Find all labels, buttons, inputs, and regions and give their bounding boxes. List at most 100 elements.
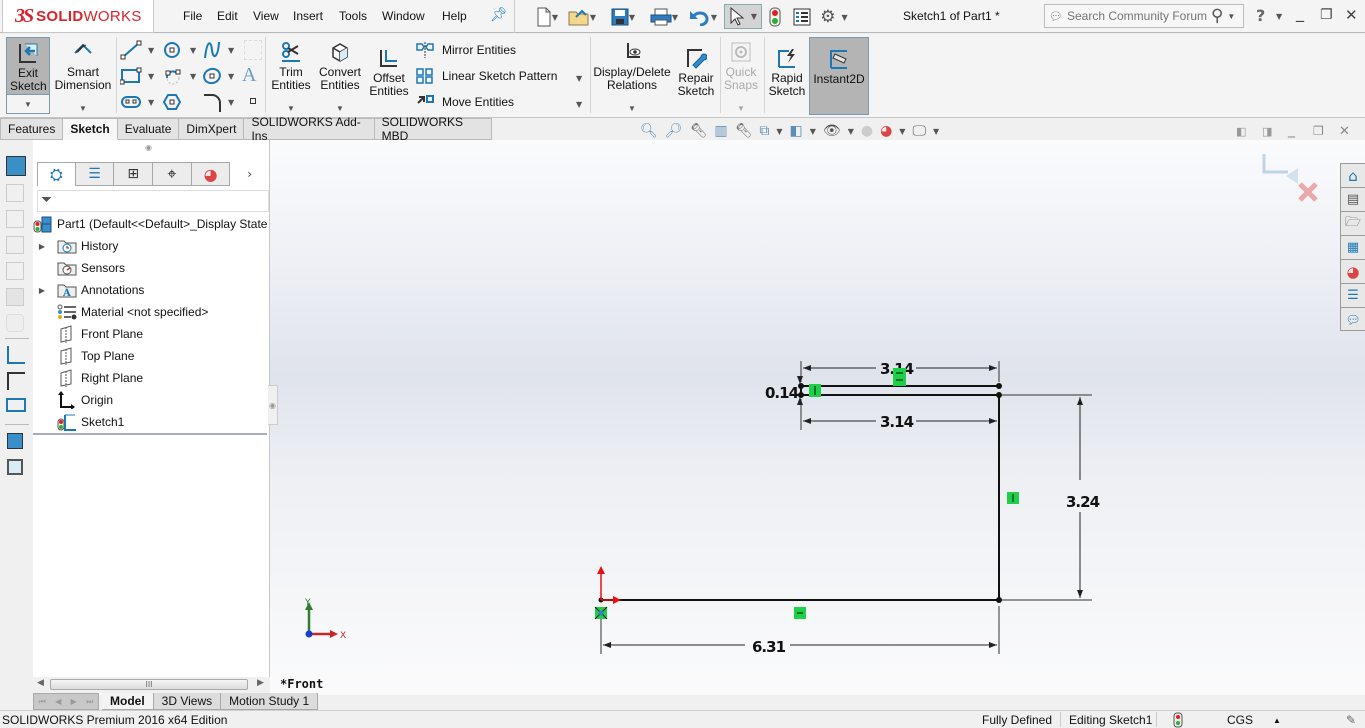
- menu-file[interactable]: File: [183, 9, 202, 23]
- edit-appearance-icon[interactable]: ●: [861, 123, 873, 139]
- help-button[interactable]: ?: [1256, 6, 1265, 25]
- mirror-entities-button[interactable]: Mirror Entities: [416, 42, 516, 58]
- repair-sketch-icon[interactable]: [7, 372, 25, 390]
- solidworks-logo[interactable]: 3S SOLIDWORKS: [2, 0, 154, 33]
- tab-display-manager[interactable]: ◕: [191, 162, 231, 186]
- zoom-to-area-icon[interactable]: 🔎︎: [665, 123, 683, 139]
- top-view-icon[interactable]: [6, 210, 24, 228]
- display-delete-relations-button[interactable]: Display/Delete Relations ▼: [593, 40, 671, 115]
- tab-solidworks-add-ins[interactable]: SOLIDWORKS Add-Ins: [244, 115, 375, 143]
- line-dropdown[interactable]: ▼: [148, 46, 154, 55]
- relation-coincident-origin[interactable]: [594, 606, 608, 620]
- slot-button[interactable]: [120, 92, 146, 112]
- tree-item-sensors[interactable]: Sensors: [37, 257, 125, 279]
- tab-scroll-buttons[interactable]: ⏮ ◀ ▶ ⏭: [33, 693, 99, 710]
- spline-button[interactable]: [202, 40, 224, 60]
- move-entities-button[interactable]: Move Entities: [416, 94, 514, 110]
- tree-root-part[interactable]: Part1 (Default<<Default>_Display State: [33, 213, 267, 235]
- tree-item-top-plane[interactable]: Top Plane: [37, 345, 134, 367]
- task-pane-appearances[interactable]: ◕: [1341, 260, 1365, 284]
- expand-arrow-icon[interactable]: ▶: [37, 242, 47, 251]
- repair-sketch-button[interactable]: Repair Sketch: [674, 46, 718, 98]
- scroll-thumb[interactable]: III: [50, 679, 248, 690]
- rebuild-status-icon[interactable]: [1173, 712, 1183, 728]
- next-tab-icon[interactable]: ▶: [71, 697, 77, 706]
- apply-scene-icon[interactable]: ◕: [880, 123, 892, 139]
- rapid-sketch-button[interactable]: Rapid Sketch: [766, 46, 808, 98]
- search-icon[interactable]: ⚲: [1211, 6, 1223, 26]
- dynamic-annotation-views-icon[interactable]: 🔦︎: [735, 123, 753, 139]
- text-button[interactable]: A: [242, 64, 262, 86]
- close-button[interactable]: ✕: [1345, 6, 1358, 24]
- prev-window-icon[interactable]: ◧: [1236, 125, 1246, 138]
- rollback-bar[interactable]: [33, 433, 267, 435]
- menu-view[interactable]: View: [253, 9, 279, 23]
- menu-insert[interactable]: Insert: [293, 9, 323, 23]
- smart-dimension-button[interactable]: Smart Dimension ▼: [54, 40, 112, 115]
- tab-evaluate[interactable]: Evaluate: [117, 118, 180, 140]
- relation-vertical-end[interactable]: [809, 384, 821, 397]
- restore-button[interactable]: ❐: [1320, 7, 1333, 23]
- hide-show-items-icon[interactable]: 👁︎: [823, 123, 841, 139]
- tab-dimxpert-manager[interactable]: ⌖: [153, 162, 192, 186]
- tab-property-manager[interactable]: ☰: [75, 162, 115, 186]
- fillet-dropdown[interactable]: ▼: [228, 98, 234, 107]
- part-icon[interactable]: [7, 433, 23, 449]
- task-pane-view-palette[interactable]: ▦: [1341, 236, 1365, 260]
- first-tab-icon[interactable]: ⏮: [39, 697, 46, 707]
- arc-dropdown[interactable]: ▼: [190, 72, 196, 81]
- tab-motion-study-1[interactable]: Motion Study 1: [221, 693, 319, 710]
- prev-tab-icon[interactable]: ◀: [55, 697, 61, 706]
- help-dropdown[interactable]: ▼: [1276, 12, 1282, 21]
- tree-filter[interactable]: ⏷: [37, 190, 269, 212]
- tree-item-right-plane[interactable]: Right Plane: [37, 367, 143, 389]
- open-button[interactable]: ▼: [567, 6, 597, 28]
- expand-arrow-icon[interactable]: ▶: [37, 286, 47, 295]
- trim-entities-button[interactable]: Trim Entities ▼: [268, 40, 314, 115]
- print-button[interactable]: ▼: [647, 6, 681, 28]
- tree-item-history[interactable]: ▶ History: [37, 235, 118, 257]
- spline-dropdown[interactable]: ▼: [228, 46, 234, 55]
- tree-item-sketch1[interactable]: Sketch1: [37, 411, 124, 433]
- new-document-button[interactable]: ▼: [532, 6, 562, 28]
- menu-help[interactable]: Help: [442, 9, 467, 23]
- linear-sketch-pattern-button[interactable]: Linear Sketch Pattern: [416, 68, 557, 84]
- search-dropdown[interactable]: ▼: [1227, 12, 1235, 21]
- next-window-icon[interactable]: ◨: [1262, 125, 1272, 138]
- bottom-view-icon[interactable]: [6, 288, 24, 306]
- ellipse-dropdown[interactable]: ▼: [228, 72, 234, 81]
- graphics-area[interactable]: 🔍︎ 🔎︎ 🔦︎ ▥ 🔦︎ ⧉ ▼ ◧ ▼ 👁︎ ▼ ● ◕ ▼ 🖵︎ ▼ ◧ ◨ _ ❐…: [270, 122, 1365, 695]
- tab-features[interactable]: Features: [0, 118, 64, 140]
- sketch-point[interactable]: [798, 383, 804, 389]
- display-style-icon[interactable]: ◧: [790, 123, 803, 139]
- pattern-dropdown[interactable]: ▼: [576, 74, 582, 83]
- menu-window[interactable]: Window: [382, 9, 425, 23]
- tab-feature-manager[interactable]: ⛭: [37, 162, 76, 186]
- panel-collapse-handle[interactable]: ◉: [268, 385, 278, 425]
- isometric-view-icon[interactable]: [6, 156, 26, 176]
- quick-tips-icon[interactable]: ✎: [1346, 713, 1356, 727]
- menu-tools[interactable]: Tools: [339, 9, 367, 23]
- unit-system[interactable]: CGS: [1227, 713, 1253, 727]
- units-menu-arrow[interactable]: ▲: [1273, 716, 1281, 725]
- pin-icon[interactable]: 📌︎: [490, 7, 508, 23]
- tree-item-front-plane[interactable]: Front Plane: [37, 323, 143, 345]
- relation-vertical-right[interactable]: [1007, 492, 1019, 504]
- doc-close-button[interactable]: ✕: [1339, 124, 1350, 139]
- panel-horizontal-scrollbar[interactable]: ◀ III ▶: [33, 677, 270, 693]
- tabs-scroll-right[interactable]: ›: [230, 162, 269, 186]
- rectangle-dropdown[interactable]: ▼: [148, 72, 154, 81]
- section-view-icon[interactable]: ▥: [714, 123, 727, 139]
- tab-3d-views[interactable]: 3D Views: [153, 693, 222, 710]
- scroll-right-arrow[interactable]: ▶: [257, 678, 264, 688]
- select-button[interactable]: ▼: [724, 4, 762, 29]
- offset-entities-button[interactable]: Offset Entities: [368, 46, 410, 98]
- quick-snaps-button[interactable]: Quick Snaps ▼: [722, 40, 760, 115]
- scroll-left-arrow[interactable]: ◀: [37, 678, 44, 688]
- move-dropdown[interactable]: ▼: [576, 100, 582, 109]
- fillet-button[interactable]: [202, 92, 224, 112]
- exit-sketch-button[interactable]: Exit Sketch ▼: [6, 37, 50, 114]
- view-orientation-icon[interactable]: ⧉: [759, 123, 769, 139]
- exit-sketch-dropdown[interactable]: ▼: [6, 94, 50, 114]
- normal-to-icon[interactable]: [6, 314, 24, 332]
